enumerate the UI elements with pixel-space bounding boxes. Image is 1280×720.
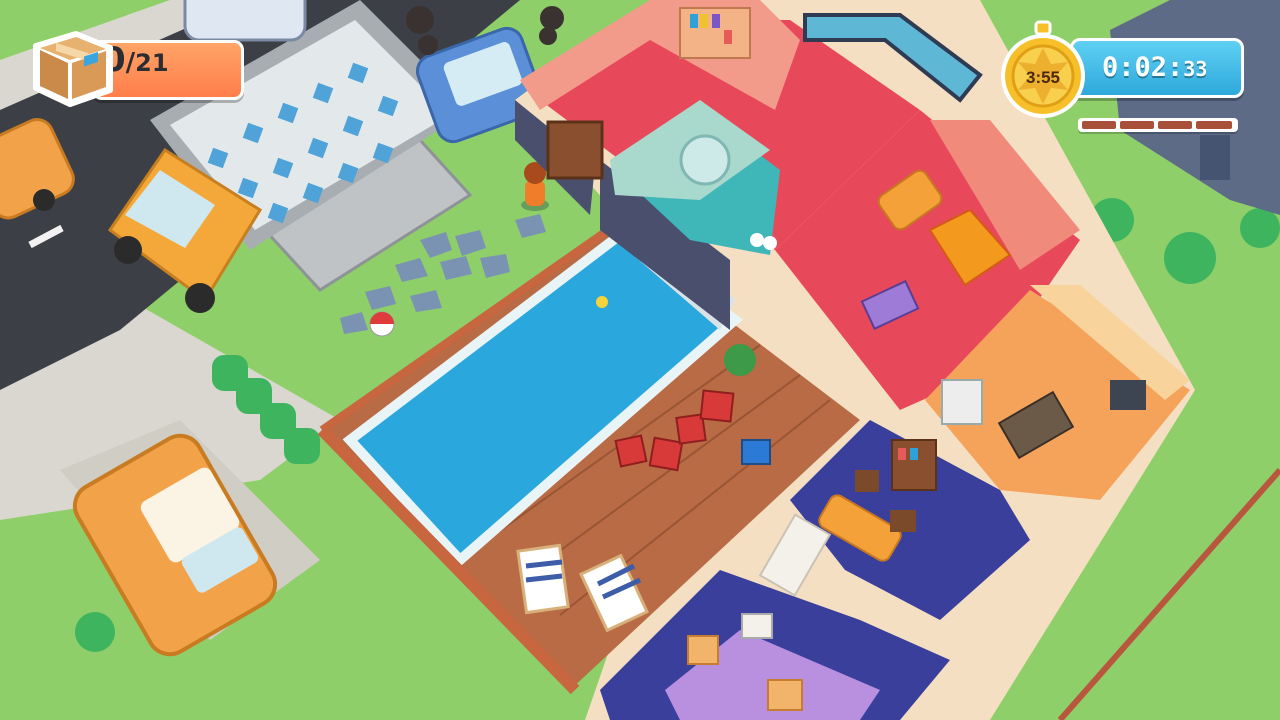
- elapsed-time-fraction: 33: [1183, 57, 1208, 81]
- progress-segment: [1196, 121, 1232, 129]
- elapsed-time-main: 0:02:: [1102, 52, 1184, 83]
- bedroom-bookshelf[interactable]: [891, 439, 937, 491]
- boxes-separator: /: [125, 48, 136, 78]
- elapsed-time: 0:02:33: [1102, 52, 1207, 83]
- medal-progress-bar: [1078, 118, 1238, 132]
- door[interactable]: [546, 120, 604, 180]
- bookshelf[interactable]: [679, 7, 751, 59]
- shower[interactable]: [679, 134, 731, 186]
- progress-segment: [1120, 121, 1154, 129]
- stove[interactable]: [1110, 380, 1146, 410]
- progress-segment: [1158, 121, 1192, 129]
- medal-target-time: 3:55: [1025, 68, 1061, 87]
- boxes-total: 21: [135, 49, 169, 77]
- truck-wheel: [114, 236, 142, 264]
- neighbor-door: [1200, 135, 1230, 180]
- truck-wheel: [185, 283, 215, 313]
- progress-segment: [1082, 121, 1116, 129]
- beach-ball[interactable]: [369, 311, 395, 337]
- level-timer: 0:02:33 3:55: [996, 14, 1246, 132]
- potted-plant: [724, 344, 756, 376]
- cardboard-box-icon: [33, 31, 113, 107]
- fridge[interactable]: [941, 379, 983, 425]
- box-counter: 0/21: [30, 26, 244, 108]
- rubber-duck[interactable]: [596, 296, 608, 308]
- deck-chair[interactable]: [516, 543, 570, 615]
